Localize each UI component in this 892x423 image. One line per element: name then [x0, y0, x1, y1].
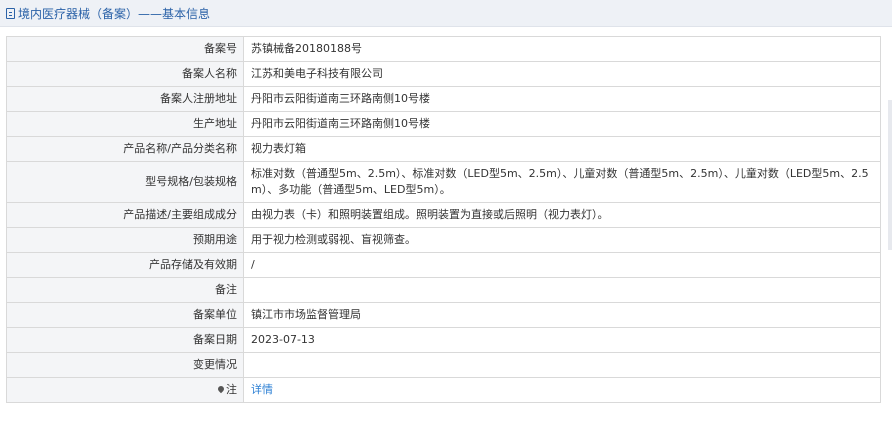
row-value-record-unit: 镇江市市场监督管理局: [243, 302, 881, 328]
table-row: 产品描述/主要组成成分 由视力表（卡）和照明装置组成。照明装置为直接或后照明（视…: [6, 202, 881, 228]
row-value-note: 详情: [243, 377, 881, 403]
table-row: 变更情况: [6, 352, 881, 378]
row-value-intended-use: 用于视力检测或弱视、盲视筛查。: [243, 227, 881, 253]
row-label-registrant-name: 备案人名称: [6, 61, 244, 87]
row-value-changes: [243, 352, 881, 378]
details-link[interactable]: 详情: [251, 383, 273, 396]
table-row: 注 详情: [6, 377, 881, 403]
table-row: 备案号 苏镇械备20180188号: [6, 36, 881, 62]
row-label-remarks: 备注: [6, 277, 244, 303]
row-value-record-date: 2023-07-13: [243, 327, 881, 353]
row-value-product-description: 由视力表（卡）和照明装置组成。照明装置为直接或后照明（视力表灯）。: [243, 202, 881, 228]
table-row: 备案日期 2023-07-13: [6, 327, 881, 353]
row-label-production-address: 生产地址: [6, 111, 244, 137]
row-label-storage-validity: 产品存储及有效期: [6, 252, 244, 278]
row-label-record-number: 备案号: [6, 36, 244, 62]
row-label-record-date: 备案日期: [6, 327, 244, 353]
page: 境内医疗器械（备案） ——基本信息 备案号 苏镇械备20180188号 备案人名…: [0, 0, 892, 423]
note-label-text: 注: [226, 383, 237, 396]
row-label-record-unit: 备案单位: [6, 302, 244, 328]
header-title: 境内医疗器械（备案）: [18, 6, 139, 21]
row-value-registrant-name: 江苏和美电子科技有限公司: [243, 61, 881, 87]
row-value-model-spec: 标准对数（普通型5m、2.5m）、标准对数（LED型5m、2.5m）、儿童对数（…: [243, 161, 881, 203]
table-row: 生产地址 丹阳市云阳街道南三环路南侧10号楼: [6, 111, 881, 137]
row-value-production-address: 丹阳市云阳街道南三环路南侧10号楼: [243, 111, 881, 137]
row-value-remarks: [243, 277, 881, 303]
row-label-model-spec: 型号规格/包装规格: [6, 161, 244, 203]
table-row: 预期用途 用于视力检测或弱视、盲视筛查。: [6, 227, 881, 253]
table-row: 产品存储及有效期 /: [6, 252, 881, 278]
info-table: 备案号 苏镇械备20180188号 备案人名称 江苏和美电子科技有限公司 备案人…: [6, 36, 881, 403]
row-label-note: 注: [6, 377, 244, 403]
row-value-record-number: 苏镇械备20180188号: [243, 36, 881, 62]
row-value-registrant-address: 丹阳市云阳街道南三环路南侧10号楼: [243, 86, 881, 112]
table-row: 备案人注册地址 丹阳市云阳街道南三环路南侧10号楼: [6, 86, 881, 112]
table-row: 型号规格/包装规格 标准对数（普通型5m、2.5m）、标准对数（LED型5m、2…: [6, 161, 881, 203]
row-label-product-name: 产品名称/产品分类名称: [6, 136, 244, 162]
table-row: 备案单位 镇江市市场监督管理局: [6, 302, 881, 328]
table-row: 产品名称/产品分类名称 视力表灯箱: [6, 136, 881, 162]
table-row: 备注: [6, 277, 881, 303]
row-label-product-description: 产品描述/主要组成成分: [6, 202, 244, 228]
row-value-storage-validity: /: [243, 252, 881, 278]
row-label-registrant-address: 备案人注册地址: [6, 86, 244, 112]
scrollbar[interactable]: [888, 100, 892, 250]
page-header: 境内医疗器械（备案） ——基本信息: [0, 0, 892, 27]
row-label-changes: 变更情况: [6, 352, 244, 378]
row-value-product-name: 视力表灯箱: [243, 136, 881, 162]
pin-icon: [216, 384, 226, 394]
row-label-intended-use: 预期用途: [6, 227, 244, 253]
document-icon: [6, 7, 15, 19]
header-subtitle: ——基本信息: [138, 6, 211, 21]
table-row: 备案人名称 江苏和美电子科技有限公司: [6, 61, 881, 87]
